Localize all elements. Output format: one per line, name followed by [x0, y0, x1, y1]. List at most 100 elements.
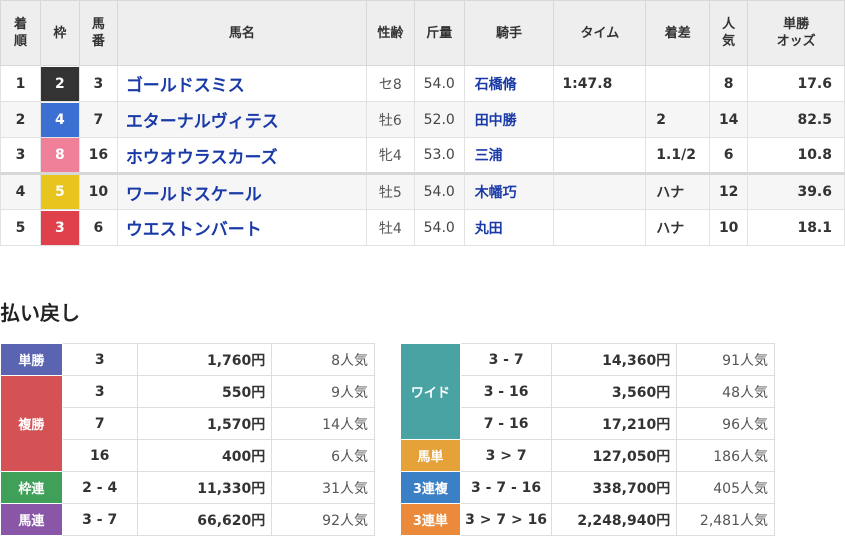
payout-amount: 17,210円	[551, 407, 678, 440]
jockey-name-link[interactable]: 石橋脩	[475, 77, 517, 93]
horse-name-link[interactable]: エターナルヴィテス	[126, 112, 279, 132]
header-pop: 人気	[709, 0, 749, 66]
result-weight: 53.0	[413, 137, 465, 174]
result-time	[553, 209, 647, 246]
payout-popularity: 96人気	[676, 407, 775, 440]
horse-name-link[interactable]: ワールドスケール	[126, 185, 262, 205]
result-margin: 2	[645, 101, 711, 138]
header-weight: 斤量	[413, 0, 465, 66]
payout-combination: 3 - 7 - 16	[459, 471, 553, 504]
payout-type-label: 単勝	[0, 343, 63, 376]
payout-row: 馬連 3 - 7 66,620円 92人気	[0, 503, 375, 536]
result-frame: 4	[39, 101, 80, 138]
payout-type-label: 馬単	[400, 439, 461, 472]
payout-row: 3連複 3 - 7 - 16 338,700円 405人気	[400, 471, 775, 504]
result-frame: 8	[39, 137, 80, 174]
result-sex-age: セ8	[365, 65, 415, 102]
result-horse-name[interactable]: ゴールドスミス	[116, 65, 367, 102]
header-jockey: 騎手	[463, 0, 555, 66]
payout-amount: 14,360円	[551, 343, 678, 376]
result-popularity: 10	[709, 209, 749, 246]
result-popularity: 8	[709, 65, 749, 102]
result-odds: 18.1	[747, 209, 845, 246]
result-margin	[645, 65, 711, 102]
result-odds: 82.5	[747, 101, 845, 138]
frame-number-badge: 3	[40, 210, 79, 245]
result-time	[553, 137, 647, 174]
result-horse-name[interactable]: ホウオウラスカーズ	[116, 137, 367, 174]
payout-combination: 3 - 7	[459, 343, 553, 376]
race-results-table: 着順 枠 馬番 馬名 性齢 斤量 騎手 タイム 着差 人気 単勝 オッズ 123ゴ…	[0, 0, 845, 246]
result-time	[553, 101, 647, 138]
result-frame: 3	[39, 209, 80, 246]
results-header-row: 着順 枠 馬番 馬名 性齢 斤量 騎手 タイム 着差 人気 単勝 オッズ	[0, 0, 845, 66]
result-horse-name[interactable]: ウエストンバート	[116, 209, 367, 246]
horse-name-link[interactable]: ウエストンバート	[126, 220, 262, 240]
payout-amount: 550円	[136, 375, 273, 408]
result-jockey[interactable]: 石橋脩	[463, 65, 555, 102]
payout-type-label: ワイド	[400, 343, 461, 440]
horse-name-link[interactable]: ホウオウラスカーズ	[126, 148, 278, 168]
result-weight: 52.0	[413, 101, 465, 138]
payout-popularity: 48人気	[676, 375, 775, 408]
payout-type-label: 複勝	[0, 375, 63, 472]
payout-right-body: ワイド 3 - 7 14,360円 91人気 3 - 16 3,560円 48人気 7 - 1…	[400, 343, 775, 536]
result-odds: 10.8	[747, 137, 845, 174]
payout-row: 馬単 3 > 7 127,050円 186人気	[400, 439, 775, 472]
payout-row: ワイド 3 - 7 14,360円 91人気	[400, 343, 775, 440]
result-jockey[interactable]: 田中勝	[463, 101, 555, 138]
jockey-name-link[interactable]: 丸田	[475, 221, 503, 237]
payout-amount: 11,330円	[136, 471, 273, 504]
payout-popularity: 6人気	[271, 439, 375, 472]
result-row: 5 3 6 ウエストンバート 牡4 54.0 丸田 ハナ 10 18.1	[0, 209, 845, 246]
frame-number-badge: 4	[40, 102, 79, 137]
payout-popularity: 92人気	[271, 503, 375, 536]
result-margin: ハナ	[645, 209, 711, 246]
payout-popularity: 405人気	[676, 471, 775, 504]
result-weight: 54.0	[413, 65, 465, 102]
payout-left-body: 単勝 3 1,760円 8人気 複勝 3 550円 9人気 7 1,570円 14人気 16 400円 6…	[0, 343, 375, 536]
header-pos: 着順	[0, 0, 41, 66]
frame-number-badge: 2	[40, 66, 79, 101]
jockey-name-link[interactable]: 木幡巧	[475, 185, 517, 201]
result-sex-age: 牡4	[365, 209, 415, 246]
payout-popularity: 14人気	[271, 407, 375, 440]
header-pos-2: 順	[13, 34, 27, 49]
payout-combination: 3 > 7	[459, 439, 553, 472]
payout-amount: 1,760円	[136, 343, 273, 376]
result-horse-name[interactable]: ワールドスケール	[116, 172, 367, 210]
payout-combination: 3 - 7	[61, 503, 138, 536]
payout-amount: 127,050円	[551, 439, 678, 472]
result-horse-name[interactable]: エターナルヴィテス	[116, 101, 367, 138]
payout-amount: 66,620円	[136, 503, 273, 536]
payout-amount: 2,248,940円	[551, 503, 678, 536]
result-horse-number: 10	[78, 172, 118, 210]
result-weight: 54.0	[413, 172, 465, 210]
payout-amount: 3,560円	[551, 375, 678, 408]
result-jockey[interactable]: 木幡巧	[463, 172, 555, 210]
payout-type-label: 3連単	[400, 503, 461, 536]
result-popularity: 6	[709, 137, 749, 174]
result-margin: ハナ	[645, 172, 711, 210]
header-margin: 着差	[645, 0, 711, 66]
jockey-name-link[interactable]: 三浦	[475, 148, 503, 164]
payout-heading: 払い戻し	[0, 301, 80, 325]
payout-combination: 16	[61, 439, 138, 472]
jockey-name-link[interactable]: 田中勝	[475, 113, 517, 129]
result-jockey[interactable]: 三浦	[463, 137, 555, 174]
result-jockey[interactable]: 丸田	[463, 209, 555, 246]
result-horse-number: 16	[78, 137, 118, 174]
payout-type-label: 枠連	[0, 471, 63, 504]
result-pos: 1	[0, 65, 41, 102]
horse-name-link[interactable]: ゴールドスミス	[126, 76, 245, 96]
frame-number-badge: 8	[40, 138, 79, 172]
payout-combination: 3 - 16	[459, 375, 553, 408]
header-num-2: 番	[91, 34, 105, 49]
payout-combination: 3 > 7 > 16	[459, 503, 553, 536]
results-body: 1 2 3 ゴールドスミス セ8 54.0 石橋脩 1:47.8 8 17.6 2 4 7 エターナルヴィ…	[0, 65, 845, 246]
header-num: 馬番	[78, 0, 118, 66]
payout-row: 複勝 3 550円 9人気	[0, 375, 375, 472]
header-frame: 枠	[39, 0, 80, 66]
result-sex-age: 牡6	[365, 101, 415, 138]
result-row: 3 8 16 ホウオウラスカーズ 牝4 53.0 三浦 1.1/2 6 10.8	[0, 137, 845, 174]
